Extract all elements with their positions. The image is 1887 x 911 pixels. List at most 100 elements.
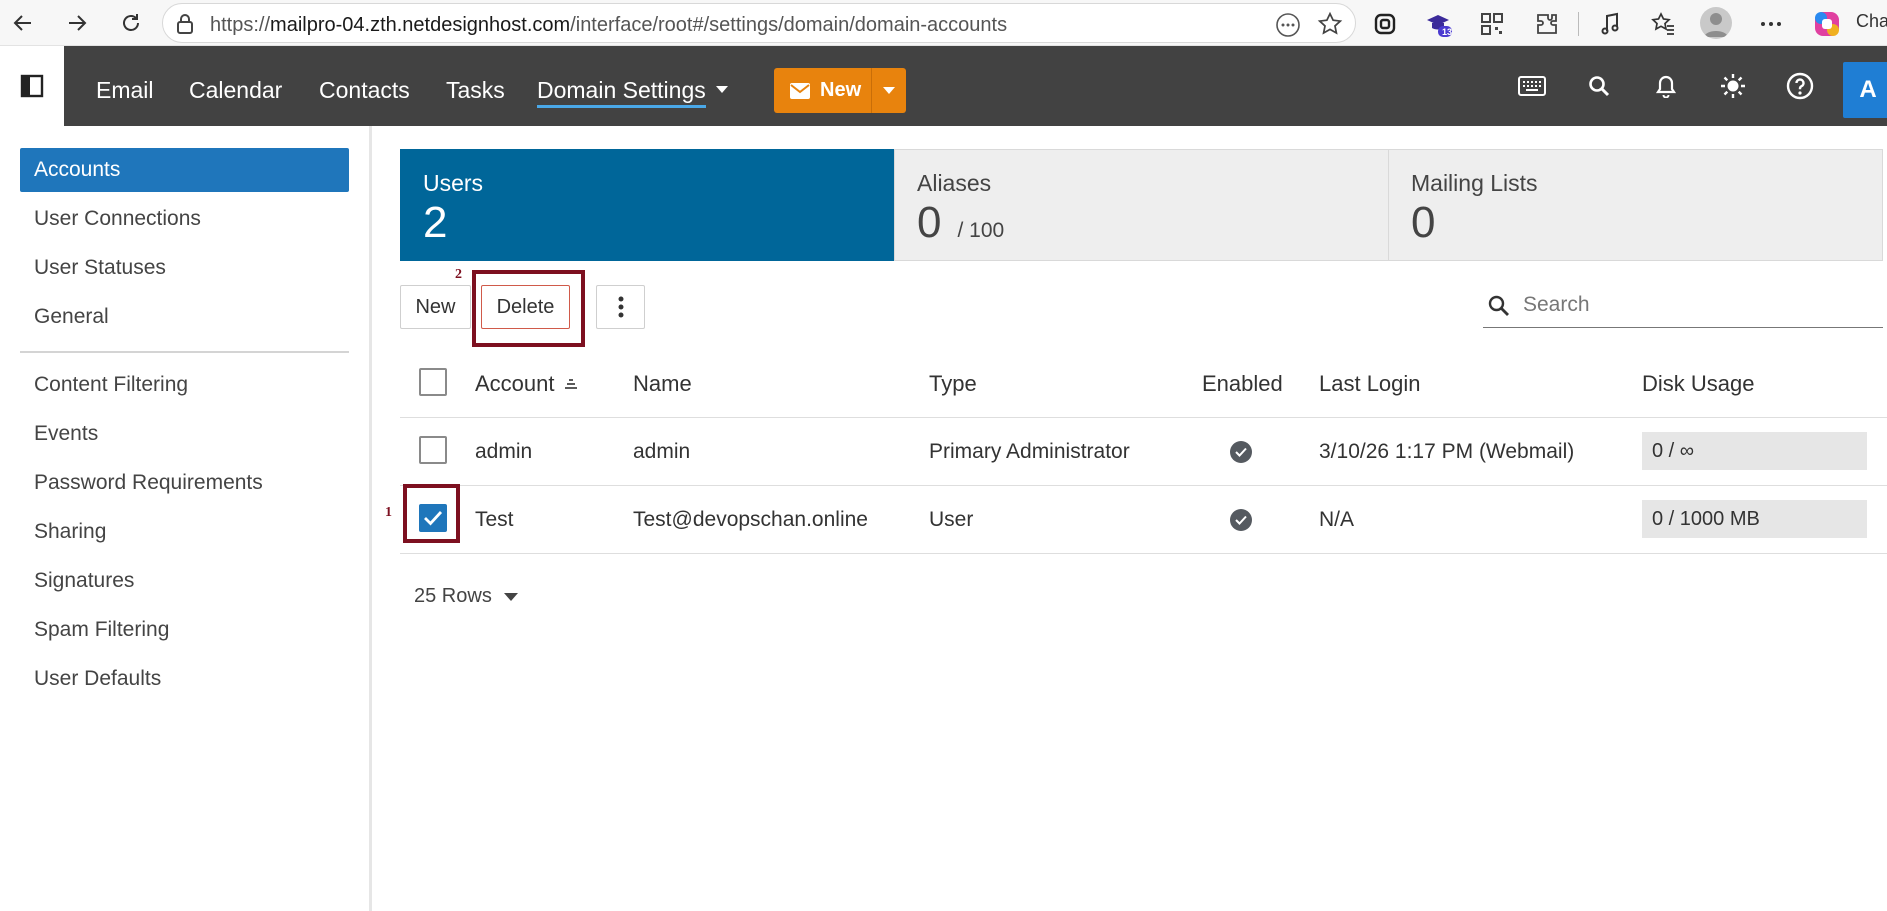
table-row[interactable]: Test Test@devopschan.online User N/A 0 /… <box>400 486 1887 554</box>
nav-contacts-label: Contacts <box>319 77 410 103</box>
rows-per-page-label: 25 Rows <box>414 585 492 607</box>
favorite-star-icon[interactable] <box>1317 11 1343 42</box>
address-bar[interactable]: https://mailpro-04.zth.netdesignhost.com… <box>162 3 1356 43</box>
refresh-icon[interactable] <box>114 6 148 40</box>
row-account: admin <box>475 440 533 463</box>
users-count: 2 <box>423 198 448 247</box>
header-last-login[interactable]: Last Login <box>1319 350 1421 418</box>
users-card-value: 2 <box>423 198 447 248</box>
sidebar-item-user-statuses[interactable]: User Statuses <box>20 246 349 290</box>
kebab-menu-icon <box>618 296 623 318</box>
sidebar-item-sharing[interactable]: Sharing <box>20 510 349 554</box>
enabled-check-icon <box>1230 441 1252 463</box>
favorites-list-icon[interactable] <box>1645 6 1681 42</box>
row-name: admin <box>633 440 691 463</box>
users-card-label: Users <box>423 170 484 196</box>
nav-email[interactable]: Email <box>96 46 154 126</box>
mailing-lists-card-value: 0 <box>1411 198 1435 248</box>
header-name[interactable]: Name <box>633 350 692 418</box>
sidebar-divider <box>20 351 349 353</box>
row-last-login: 3/10/26 1:17 PM (Webmail) <box>1319 440 1575 463</box>
sidebar-item-accounts[interactable]: Accounts <box>20 148 349 192</box>
row-account: Test <box>475 508 514 531</box>
select-all-checkbox[interactable] <box>419 368 447 396</box>
copilot-icon[interactable] <box>1809 6 1845 42</box>
users-card[interactable]: Users 2 <box>400 149 895 261</box>
media-music-icon[interactable] <box>1593 6 1629 42</box>
profile-avatar[interactable] <box>1700 7 1732 39</box>
row-disk-usage: 0 / ∞ <box>1642 432 1867 470</box>
forward-icon[interactable] <box>60 6 94 40</box>
nav-email-label: Email <box>96 77 154 103</box>
mailing-lists-count: 0 <box>1411 198 1436 247</box>
aliases-card-label: Aliases <box>917 170 992 196</box>
row-type: Primary Administrator <box>929 440 1130 463</box>
sidebar-item-content-filtering[interactable]: Content Filtering <box>20 363 349 407</box>
url-text[interactable]: https://mailpro-04.zth.netdesignhost.com… <box>210 14 1007 37</box>
nav-calendar[interactable]: Calendar <box>189 46 282 126</box>
url-path: /interface/root#/settings/domain/domain-… <box>570 14 1008 36</box>
panel-toggle-icon[interactable] <box>0 46 64 126</box>
mailing-lists-card-label: Mailing Lists <box>1411 170 1538 196</box>
row-type: User <box>929 508 974 531</box>
row-checkbox-checked[interactable] <box>419 504 447 532</box>
sidebar-item-general[interactable]: General <box>20 295 349 339</box>
search-input[interactable] <box>1523 290 1863 320</box>
step-marker-1: 1 <box>385 505 392 520</box>
nav-domain-settings[interactable]: Domain Settings <box>537 46 728 126</box>
sidebar-item-spam-filtering[interactable]: Spam Filtering <box>20 608 349 652</box>
search-icon <box>1487 294 1511 323</box>
user-avatar-tile[interactable]: A <box>1843 62 1887 118</box>
extension-graduation-icon[interactable]: 13 <box>1421 6 1457 42</box>
nav-tasks-label: Tasks <box>446 77 505 103</box>
sidebar-item-user-connections[interactable]: User Connections <box>20 197 349 241</box>
app-top-nav: Email Calendar Contacts Tasks Domain Set… <box>0 46 1887 126</box>
header-account[interactable]: Account <box>475 350 579 418</box>
settings-sidebar: Accounts User Connections User Statuses … <box>0 126 372 911</box>
sidebar-item-password-requirements[interactable]: Password Requirements <box>20 461 349 505</box>
bell-icon[interactable] <box>1646 66 1686 106</box>
new-dropdown-toggle[interactable] <box>872 68 906 113</box>
new-message-button[interactable]: New <box>774 68 906 113</box>
extension-badge: 13 <box>1442 27 1453 37</box>
extension-link-icon[interactable] <box>1367 6 1403 42</box>
delete-button[interactable]: Delete <box>481 285 570 329</box>
sidebar-item-events[interactable]: Events <box>20 412 349 456</box>
sidebar-item-user-defaults[interactable]: User Defaults <box>20 657 349 701</box>
nav-contacts[interactable]: Contacts <box>319 46 410 126</box>
keyboard-icon[interactable] <box>1512 66 1552 106</box>
reader-more-icon[interactable] <box>1275 12 1301 43</box>
new-message-main[interactable]: New <box>774 68 872 113</box>
header-account-label: Account <box>475 371 555 396</box>
rows-per-page-select[interactable]: 25 Rows <box>414 585 518 608</box>
row-disk-usage: 0 / 1000 MB <box>1642 500 1867 538</box>
search-icon[interactable] <box>1579 66 1619 106</box>
search-box <box>1483 282 1883 328</box>
back-icon[interactable] <box>6 6 40 40</box>
header-enabled[interactable]: Enabled <box>1202 350 1283 418</box>
header-type[interactable]: Type <box>929 350 977 418</box>
browser-toolbar: https://mailpro-04.zth.netdesignhost.com… <box>0 0 1887 46</box>
help-icon[interactable] <box>1780 66 1820 106</box>
theme-sun-icon[interactable] <box>1713 66 1753 106</box>
row-checkbox[interactable] <box>419 436 447 464</box>
header-disk-usage[interactable]: Disk Usage <box>1642 350 1754 418</box>
row-name: Test@devopschan.online <box>633 508 868 531</box>
url-host: mailpro-04.zth.netdesignhost.com <box>270 14 571 36</box>
aliases-card[interactable]: Aliases 0 / 100 <box>894 149 1389 261</box>
qr-code-icon[interactable] <box>1474 6 1510 42</box>
checkmark-icon <box>424 511 443 526</box>
nav-tasks[interactable]: Tasks <box>446 46 505 126</box>
more-options-icon[interactable] <box>1753 6 1789 42</box>
sidebar-item-signatures[interactable]: Signatures <box>20 559 349 603</box>
table-row[interactable]: admin admin Primary Administrator 3/10/2… <box>400 418 1887 486</box>
aliases-card-value: 0 / 100 <box>917 198 1004 248</box>
extensions-puzzle-icon[interactable] <box>1529 6 1565 42</box>
caret-down-icon <box>883 87 895 94</box>
mailing-lists-card[interactable]: Mailing Lists 0 <box>1388 149 1883 261</box>
more-actions-button[interactable] <box>596 285 645 329</box>
sort-ascending-icon <box>563 351 579 419</box>
copilot-label[interactable]: Cha <box>1856 11 1887 32</box>
new-account-button[interactable]: New <box>400 285 471 329</box>
site-info-icon[interactable] <box>175 13 195 40</box>
